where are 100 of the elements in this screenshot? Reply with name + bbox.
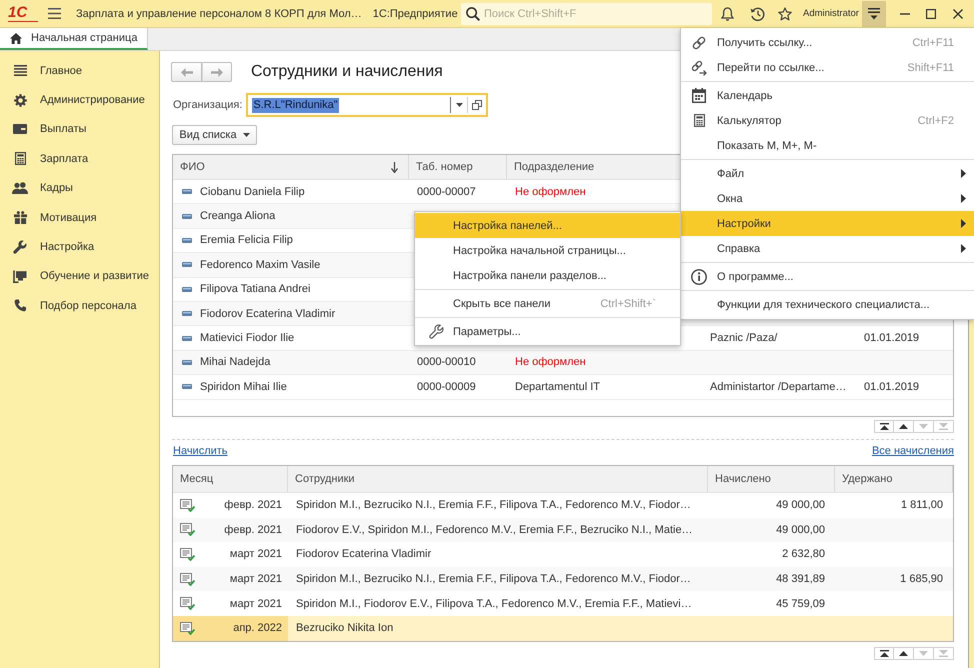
menu-item[interactable]: Функции для технического специалиста... [681,292,974,317]
table-row[interactable]: февр. 2021 Fiodorov E.V., Spiridon M.I., Fedorenco M.V., Eremia F.F., Bezruciko N.I., Matie… 49 000,00 [173,518,953,542]
menu-item[interactable]: Показать M, M+, M- [681,133,974,158]
column-header[interactable]: Начислено [708,466,835,492]
calculator-icon [694,114,704,127]
accrue-link[interactable]: Начислить [173,445,228,457]
sidebar-item[interactable]: Администрирование [0,85,159,115]
home-icon [10,32,22,44]
table-cell-text: 49 000,00 [775,498,826,514]
table-cell-text: 0000-00009 [416,380,477,395]
scroll-up-button[interactable] [894,647,914,660]
list-view-button[interactable]: Вид списка [172,125,257,145]
organization-field[interactable]: S.R.L"Rindunika" [246,93,488,117]
menu-item[interactable]: Календарь [681,83,974,108]
to-top-icon [880,650,888,657]
sections-menu-button[interactable] [46,6,62,22]
gift-icon [14,211,26,224]
table-row[interactable]: март 2021 Fiodorov Ecaterina Vladimir 2 632,80 [173,542,953,567]
menu-item[interactable]: Настройка панелей... [415,213,680,238]
table-cell: Spiridon Mihai Ilie [200,380,287,393]
table-cell-text: Spiridon M.I., Bezruciko N.I., Eremia F.F., Filipova T.A., Fedorenco M.V., Fiodor… [295,572,692,588]
up-icon [899,424,908,429]
table-cell-text: 0000-00010 [416,355,477,370]
sidebar-item[interactable]: Обучение и развитие [0,262,159,292]
table-cell-text: Fiodorov E.V., Spiridon M.I., Fedorenco M.V., Eremia F.F., Bezruciko N.I., Matie… [295,522,694,538]
app-logo: 1С [8,5,38,22]
user-name: Administrator [803,8,859,19]
dash-icon [182,336,192,341]
sidebar-item[interactable]: Подбор персонала [0,291,159,321]
field-label: Организация: [172,99,242,111]
table-cell-text: Fiodorov Ecaterina Vladimir [295,547,432,562]
wrench-icon [13,240,27,254]
document-check-icon [180,622,195,635]
document-check-icon [180,523,195,536]
keyboard-shortcut: Ctrl+F11 [912,36,954,48]
table-row[interactable]: март 2021 Spiridon M.I., Fiodorov E.V., Filipova T.A., Fedorenco M.V., Eremia F.F., Matievi… 45 759,09 [173,591,953,616]
menu-item[interactable]: Калькулятор Ctrl+F2 [681,108,974,133]
column-header[interactable]: Таб. номер [409,155,507,179]
menu-item[interactable]: Настройки [681,211,974,236]
all-accruals-link[interactable]: Все начисления [872,445,954,457]
table-cell: Matievici Fiodor Ilie [200,332,294,344]
sidebar-item[interactable]: Выплаты [0,114,159,144]
scroll-to-top-button[interactable] [874,647,894,660]
document-check-icon [180,597,195,610]
document-check-icon [180,572,195,586]
sidebar-item[interactable]: Зарплата [0,144,159,174]
main-menu-button[interactable] [862,0,886,26]
history-icon [750,6,764,20]
down-icon [919,651,928,656]
search-icon [466,6,480,20]
table-cell-text: 1 685,90 [899,572,944,588]
scroll-to-top-button[interactable] [874,420,894,433]
bell-icon [720,6,734,20]
menu-icon [868,8,880,20]
menu-item[interactable]: Настройка начальной страницы... [415,238,680,263]
menu-item[interactable]: Настройка панели разделов... [415,263,680,288]
menu-item[interactable]: Получить ссылку... Ctrl+F11 [681,30,974,55]
table-cell-text: 01.01.2019 [863,380,920,395]
star-icon [778,6,792,20]
table-cell: Creanga Aliona [200,210,276,222]
list-icon [14,65,26,76]
table-row[interactable]: февр. 2021 Spiridon M.I., Bezruciko N.I., Eremia F.F., Filipova T.A., Fedorenco M.V., Fiodor… 49 000,00 1 811,00 [173,493,953,518]
sidebar-item[interactable]: Кадры [0,174,159,203]
menu-item[interactable]: Параметры... [415,319,680,344]
table-cell: март 2021 [230,548,282,560]
column-header[interactable]: Удержано [835,466,953,492]
table-cell-text: Paznic /Paza/ [709,331,778,346]
table-row[interactable]: Spiridon Mihai Ilie 0000-00009 Departamentul IT Administartor /Departame… 01.01.2019 [173,375,953,400]
sidebar-item[interactable]: Настройка [0,232,159,262]
scroll-up-button[interactable] [894,420,914,433]
tab[interactable]: Начальная страница [0,28,148,50]
maximize-button[interactable] [924,6,938,20]
table-cell: Fiodorov Ecaterina Vladimir [200,308,336,320]
sidebar-item[interactable]: Мотивация [0,202,159,232]
dash-icon [182,262,192,268]
close-button[interactable] [950,6,966,20]
sidebar-item[interactable]: Главное [0,56,159,86]
calculator-icon [14,152,26,166]
minimize-icon [900,12,910,14]
table-cell-text: Не оформлен [514,184,587,200]
table-cell: Mihai Nadejda [200,356,270,368]
arrow-right-icon [211,68,223,76]
table-row[interactable]: март 2021 Spiridon M.I., Bezruciko N.I., Eremia F.F., Filipova T.A., Fedorenco M.V., Fiodor… 48 391,89 1 685,90 [173,566,953,592]
column-header[interactable]: ФИО [173,155,409,179]
menu-item[interactable]: О программе... [681,264,974,289]
menu-item[interactable]: Скрыть все панели Ctrl+Shift+` [415,291,680,316]
table-row[interactable]: Mihai Nadejda 0000-00010 Не оформлен [173,350,953,376]
table-row[interactable]: апр. 2022 Bezruciko Nikita Ion [173,616,953,641]
wrench-icon [428,324,444,339]
to-top-icon [880,423,888,430]
table-cell: март 2021 [230,598,282,610]
menu-item[interactable]: Перейти по ссылке... Shift+F11 [681,55,974,80]
table-cell-text: 48 391,89 [775,572,826,588]
document-check-icon [180,498,195,512]
column-header[interactable]: Месяц [173,466,288,492]
menu-icon [48,8,60,19]
menu-item[interactable]: Справка [681,236,974,261]
to-bottom-icon [939,650,948,657]
column-header[interactable]: Сотрудники [288,466,708,492]
search-field[interactable]: Поиск Ctrl+Shift+F [461,2,712,24]
